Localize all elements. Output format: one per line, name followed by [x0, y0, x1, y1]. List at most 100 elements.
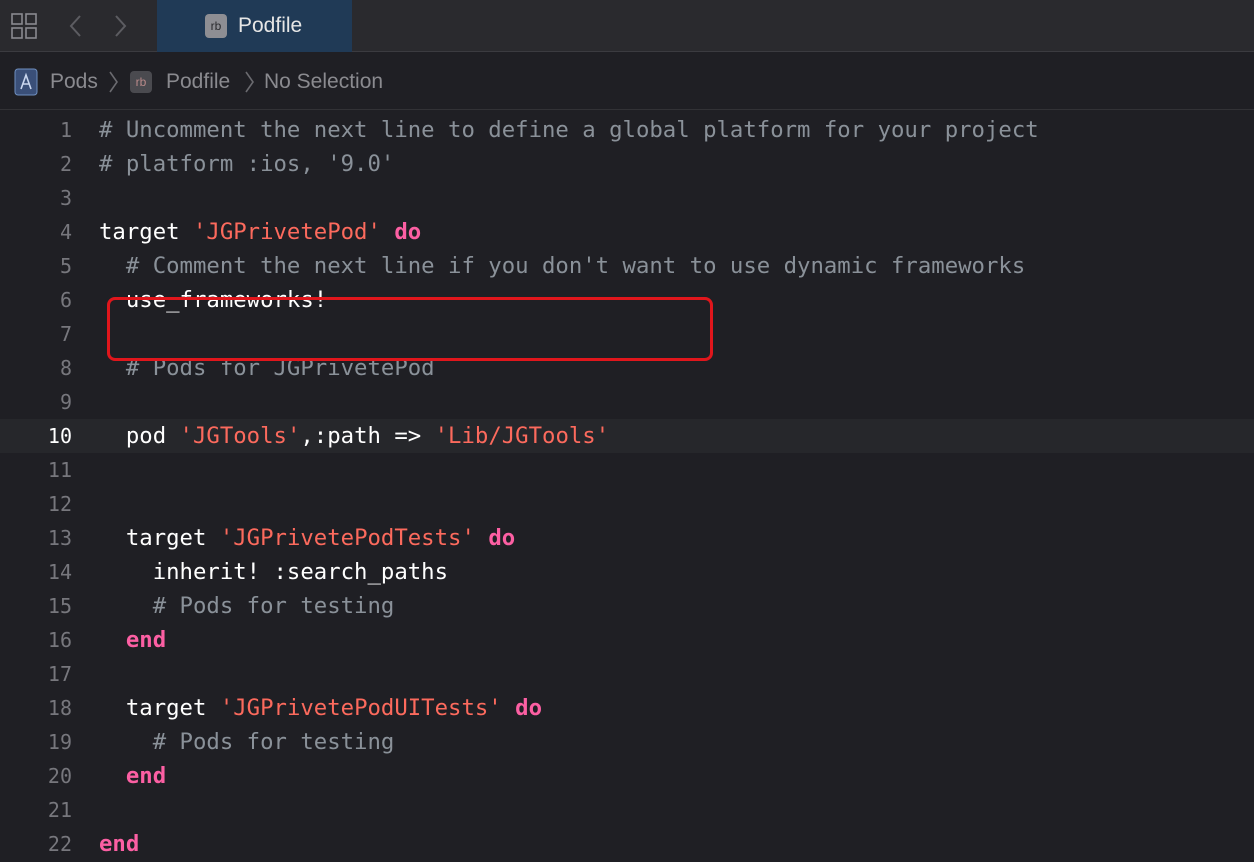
- code-line[interactable]: 14 inherit! :search_paths: [0, 555, 1254, 589]
- line-number: 16: [47, 628, 72, 652]
- code-text[interactable]: inherit! :search_paths: [99, 555, 448, 589]
- code-text[interactable]: end: [99, 623, 166, 657]
- code-text[interactable]: target 'JGPrivetePod' do: [99, 215, 421, 249]
- code-text[interactable]: end: [99, 759, 166, 793]
- code-text[interactable]: target 'JGPrivetePodTests' do: [99, 521, 515, 555]
- chevron-left-icon[interactable]: [60, 0, 92, 52]
- code-text[interactable]: # Comment the next line if you don't wan…: [99, 249, 1025, 283]
- code-token-plain: use_frameworks!: [99, 287, 328, 313]
- code-line[interactable]: 12: [0, 487, 1254, 521]
- code-line[interactable]: 20 end: [0, 759, 1254, 793]
- code-token-keyword: do: [488, 525, 516, 551]
- code-line[interactable]: 8 # Pods for JGPrivetePod: [0, 351, 1254, 385]
- code-text[interactable]: # Pods for testing: [99, 725, 395, 759]
- line-number: 2: [59, 152, 72, 176]
- code-line[interactable]: 9: [0, 385, 1254, 419]
- line-number: 22: [47, 832, 72, 856]
- line-number: 7: [59, 322, 72, 346]
- code-token-comment: # Uncomment the next line to define a gl…: [99, 117, 1039, 143]
- code-text[interactable]: target 'JGPrivetePodUITests' do: [99, 691, 542, 725]
- line-number: 21: [47, 798, 72, 822]
- xcodeproj-icon: [14, 53, 38, 110]
- line-number: 13: [47, 526, 72, 550]
- code-token-keyword: do: [515, 695, 543, 721]
- rb-badge: rb: [130, 70, 152, 93]
- code-line[interactable]: 11: [0, 453, 1254, 487]
- breadcrumb-separator-icon: [107, 53, 119, 110]
- line-number: 14: [47, 560, 72, 584]
- code-token-string: 'Lib/JGTools': [434, 423, 610, 449]
- line-number: 1: [59, 118, 72, 142]
- code-token-string: 'JGPrivetePodTests': [219, 525, 475, 551]
- code-token-plain: pod: [99, 423, 180, 449]
- code-token-comment: # Pods for testing: [99, 593, 395, 619]
- line-number: 6: [59, 288, 72, 312]
- line-number: 18: [47, 696, 72, 720]
- breadcrumb-podfile[interactable]: Podfile: [166, 53, 230, 110]
- code-token-comment: # Comment the next line if you don't wan…: [99, 253, 1026, 279]
- ruby-file-icon: rb: [130, 53, 152, 110]
- tab-label: Podfile: [238, 14, 303, 37]
- line-number: 12: [47, 492, 72, 516]
- line-number: 11: [47, 458, 72, 482]
- code-text[interactable]: end: [99, 827, 139, 861]
- code-line[interactable]: 3: [0, 181, 1254, 215]
- code-token-keyword: do: [394, 219, 422, 245]
- breadcrumb-pods[interactable]: Pods: [50, 53, 98, 110]
- code-line[interactable]: 10 pod 'JGTools',:path => 'Lib/JGTools': [0, 419, 1254, 453]
- grid-icon[interactable]: [6, 0, 42, 52]
- code-line[interactable]: 15 # Pods for testing: [0, 589, 1254, 623]
- code-text[interactable]: # Pods for testing: [99, 589, 395, 623]
- line-number: 15: [47, 594, 72, 618]
- code-line[interactable]: 17: [0, 657, 1254, 691]
- line-number: 4: [59, 220, 72, 244]
- xcode-editor-window: rb Podfile Pods rb Podfile No Selection …: [0, 0, 1254, 862]
- code-token-plain: target: [99, 695, 220, 721]
- code-token-comment: # Pods for JGPrivetePod: [99, 355, 435, 381]
- code-line[interactable]: 21: [0, 793, 1254, 827]
- code-line[interactable]: 2 # platform :ios, '9.0': [0, 147, 1254, 181]
- code-token-plain: target: [99, 219, 193, 245]
- line-number: 5: [59, 254, 72, 278]
- code-token-plain: inherit! :search_paths: [99, 559, 449, 585]
- tab-podfile[interactable]: rb Podfile: [157, 0, 352, 52]
- line-number: 9: [59, 390, 72, 414]
- code-line[interactable]: 16 end: [0, 623, 1254, 657]
- code-line[interactable]: 7: [0, 317, 1254, 351]
- breadcrumb-no-selection[interactable]: No Selection: [264, 53, 383, 110]
- code-line[interactable]: 22 end: [0, 827, 1254, 861]
- code-token-comment: # platform :ios, '9.0': [99, 151, 395, 177]
- code-text[interactable]: # Uncomment the next line to define a gl…: [99, 113, 1039, 147]
- line-number: 8: [59, 356, 72, 380]
- code-line[interactable]: 5 # Comment the next line if you don't w…: [0, 249, 1254, 283]
- line-number: 20: [47, 764, 72, 788]
- code-text[interactable]: # platform :ios, '9.0': [99, 147, 394, 181]
- code-token-keyword: end: [125, 627, 167, 653]
- code-token-plain: target: [99, 525, 220, 551]
- code-line[interactable]: 6 use_frameworks!: [0, 283, 1254, 317]
- code-text[interactable]: use_frameworks!: [99, 283, 327, 317]
- line-number: 10: [47, 424, 72, 448]
- ruby-file-icon: rb: [205, 14, 227, 38]
- code-line[interactable]: 19 # Pods for testing: [0, 725, 1254, 759]
- code-line[interactable]: 13 target 'JGPrivetePodTests' do: [0, 521, 1254, 555]
- code-line[interactable]: 18 target 'JGPrivetePodUITests' do: [0, 691, 1254, 725]
- code-line[interactable]: 4 target 'JGPrivetePod' do: [0, 215, 1254, 249]
- code-text[interactable]: pod 'JGTools',:path => 'Lib/JGTools': [99, 419, 609, 453]
- code-token-keyword: end: [125, 763, 167, 789]
- line-number: 17: [47, 662, 72, 686]
- code-token-comment: # Pods for testing: [99, 729, 395, 755]
- code-token-keyword: end: [99, 831, 140, 857]
- tab-bar: rb Podfile: [0, 0, 1254, 52]
- code-editor[interactable]: 1 # Uncomment the next line to define a g…: [0, 110, 1254, 862]
- code-line[interactable]: 1 # Uncomment the next line to define a g…: [0, 113, 1254, 147]
- jump-bar: Pods rb Podfile No Selection: [0, 53, 1254, 110]
- code-text[interactable]: # Pods for JGPrivetePod: [99, 351, 435, 385]
- code-token-string: 'JGPrivetePod': [192, 219, 381, 245]
- chevron-right-icon[interactable]: [104, 0, 136, 52]
- breadcrumb-separator-icon: [243, 53, 255, 110]
